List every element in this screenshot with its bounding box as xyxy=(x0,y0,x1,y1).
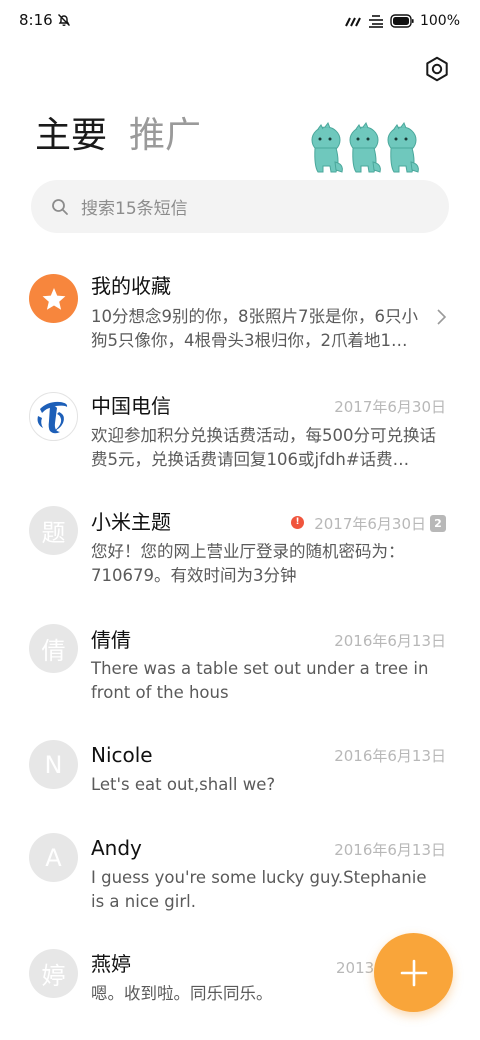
search-icon xyxy=(52,198,68,215)
conversation-name: Nicole xyxy=(91,743,153,767)
contact-avatar: 倩 xyxy=(29,624,78,673)
conversation-name: Andy xyxy=(91,836,142,860)
china-telecom-logo-icon xyxy=(37,401,68,434)
conversation-name: 倩倩 xyxy=(91,628,131,652)
conversation-xiaomi-theme[interactable]: 题 小米主题 ! 2017年6月30日 2 您好！您的网上营业厅登录的随机密码为… xyxy=(0,498,480,608)
conversation-date: 2017年6月30日 xyxy=(314,515,426,533)
do-not-disturb-icon xyxy=(58,14,70,27)
star-icon xyxy=(42,287,65,310)
contact-avatar: N xyxy=(29,740,78,789)
sim-card-icon: 2 xyxy=(430,515,446,532)
settings-button[interactable] xyxy=(422,54,452,84)
conversation-preview: Let's eat out,shall we? xyxy=(91,775,276,794)
new-message-button[interactable] xyxy=(374,933,453,1012)
search-bar[interactable]: 搜索15条短信 xyxy=(31,180,449,233)
conversation-date: 2016年6月13日 xyxy=(334,747,446,765)
send-failed-icon: ! xyxy=(291,516,304,529)
favorites-avatar xyxy=(29,274,78,323)
tab-promotions[interactable]: 推广 xyxy=(129,114,201,158)
conversation-name: 中国电信 xyxy=(91,394,171,418)
dinosaur-mascot-illustration xyxy=(311,122,419,173)
battery-percent: 100% xyxy=(419,13,460,29)
wifi-lines-icon xyxy=(368,15,383,28)
status-bar: 8:16 100% xyxy=(0,0,480,42)
status-indicators: 100% xyxy=(344,11,460,31)
conversation-date: 2016年6月13日 xyxy=(334,841,446,859)
conversation-date: 2017年6月30日 xyxy=(334,398,446,416)
conversation-preview: I guess you're some lucky guy.Stephanie … xyxy=(91,868,427,911)
conversation-preview: 欢迎参加积分兑换话费活动，每500分可兑换话费5元，兑换话费请回复106或jfd… xyxy=(91,426,436,469)
status-time: 8:16 xyxy=(19,11,53,29)
search-placeholder: 搜索15条短信 xyxy=(81,199,188,219)
conversation-preview: 您好！您的网上营业厅登录的随机密码为：710679。有效时间为3分钟 xyxy=(91,542,405,585)
conversation-china-telecom[interactable]: 中国电信 2017年6月30日 欢迎参加积分兑换话费活动，每500分可兑换话费5… xyxy=(0,380,480,490)
battery-icon xyxy=(390,14,414,28)
contact-avatar: A xyxy=(29,833,78,882)
plus-icon xyxy=(400,959,427,986)
conversation-andy[interactable]: A Andy 2016年6月13日 I guess you're some lu… xyxy=(0,828,480,938)
contact-avatar: 婷 xyxy=(29,949,78,998)
conversation-name: 燕婷 xyxy=(91,952,131,976)
tab-main[interactable]: 主要 xyxy=(35,114,107,158)
category-tabs: 主要 推广 xyxy=(35,114,201,158)
contact-avatar xyxy=(29,392,78,441)
contact-avatar: 题 xyxy=(29,506,78,555)
conversation-favorites[interactable]: 我的收藏 10分想念9别的你，8张照片7张是你，6只小狗5只像你，4根骨头3根归… xyxy=(0,262,480,372)
conversation-name: 小米主题 xyxy=(91,510,171,534)
conversation-date: 2016年6月13日 xyxy=(334,632,446,650)
chevron-right-icon xyxy=(437,309,447,325)
conversation-name: 我的收藏 xyxy=(91,274,171,298)
conversation-qianqian[interactable]: 倩 倩倩 2016年6月13日 There was a table set ou… xyxy=(0,616,480,726)
conversation-preview: 10分想念9别的你，8张照片7张是你，6只小狗5只像你，4根骨头3根归你，2爪着… xyxy=(91,307,418,350)
conversation-preview: There was a table set out under a tree i… xyxy=(91,659,429,702)
signal-icon xyxy=(345,17,361,27)
conversation-nicole[interactable]: N Nicole 2016年6月13日 Let's eat out,shall … xyxy=(0,734,480,824)
settings-hexagon-icon xyxy=(426,56,448,82)
